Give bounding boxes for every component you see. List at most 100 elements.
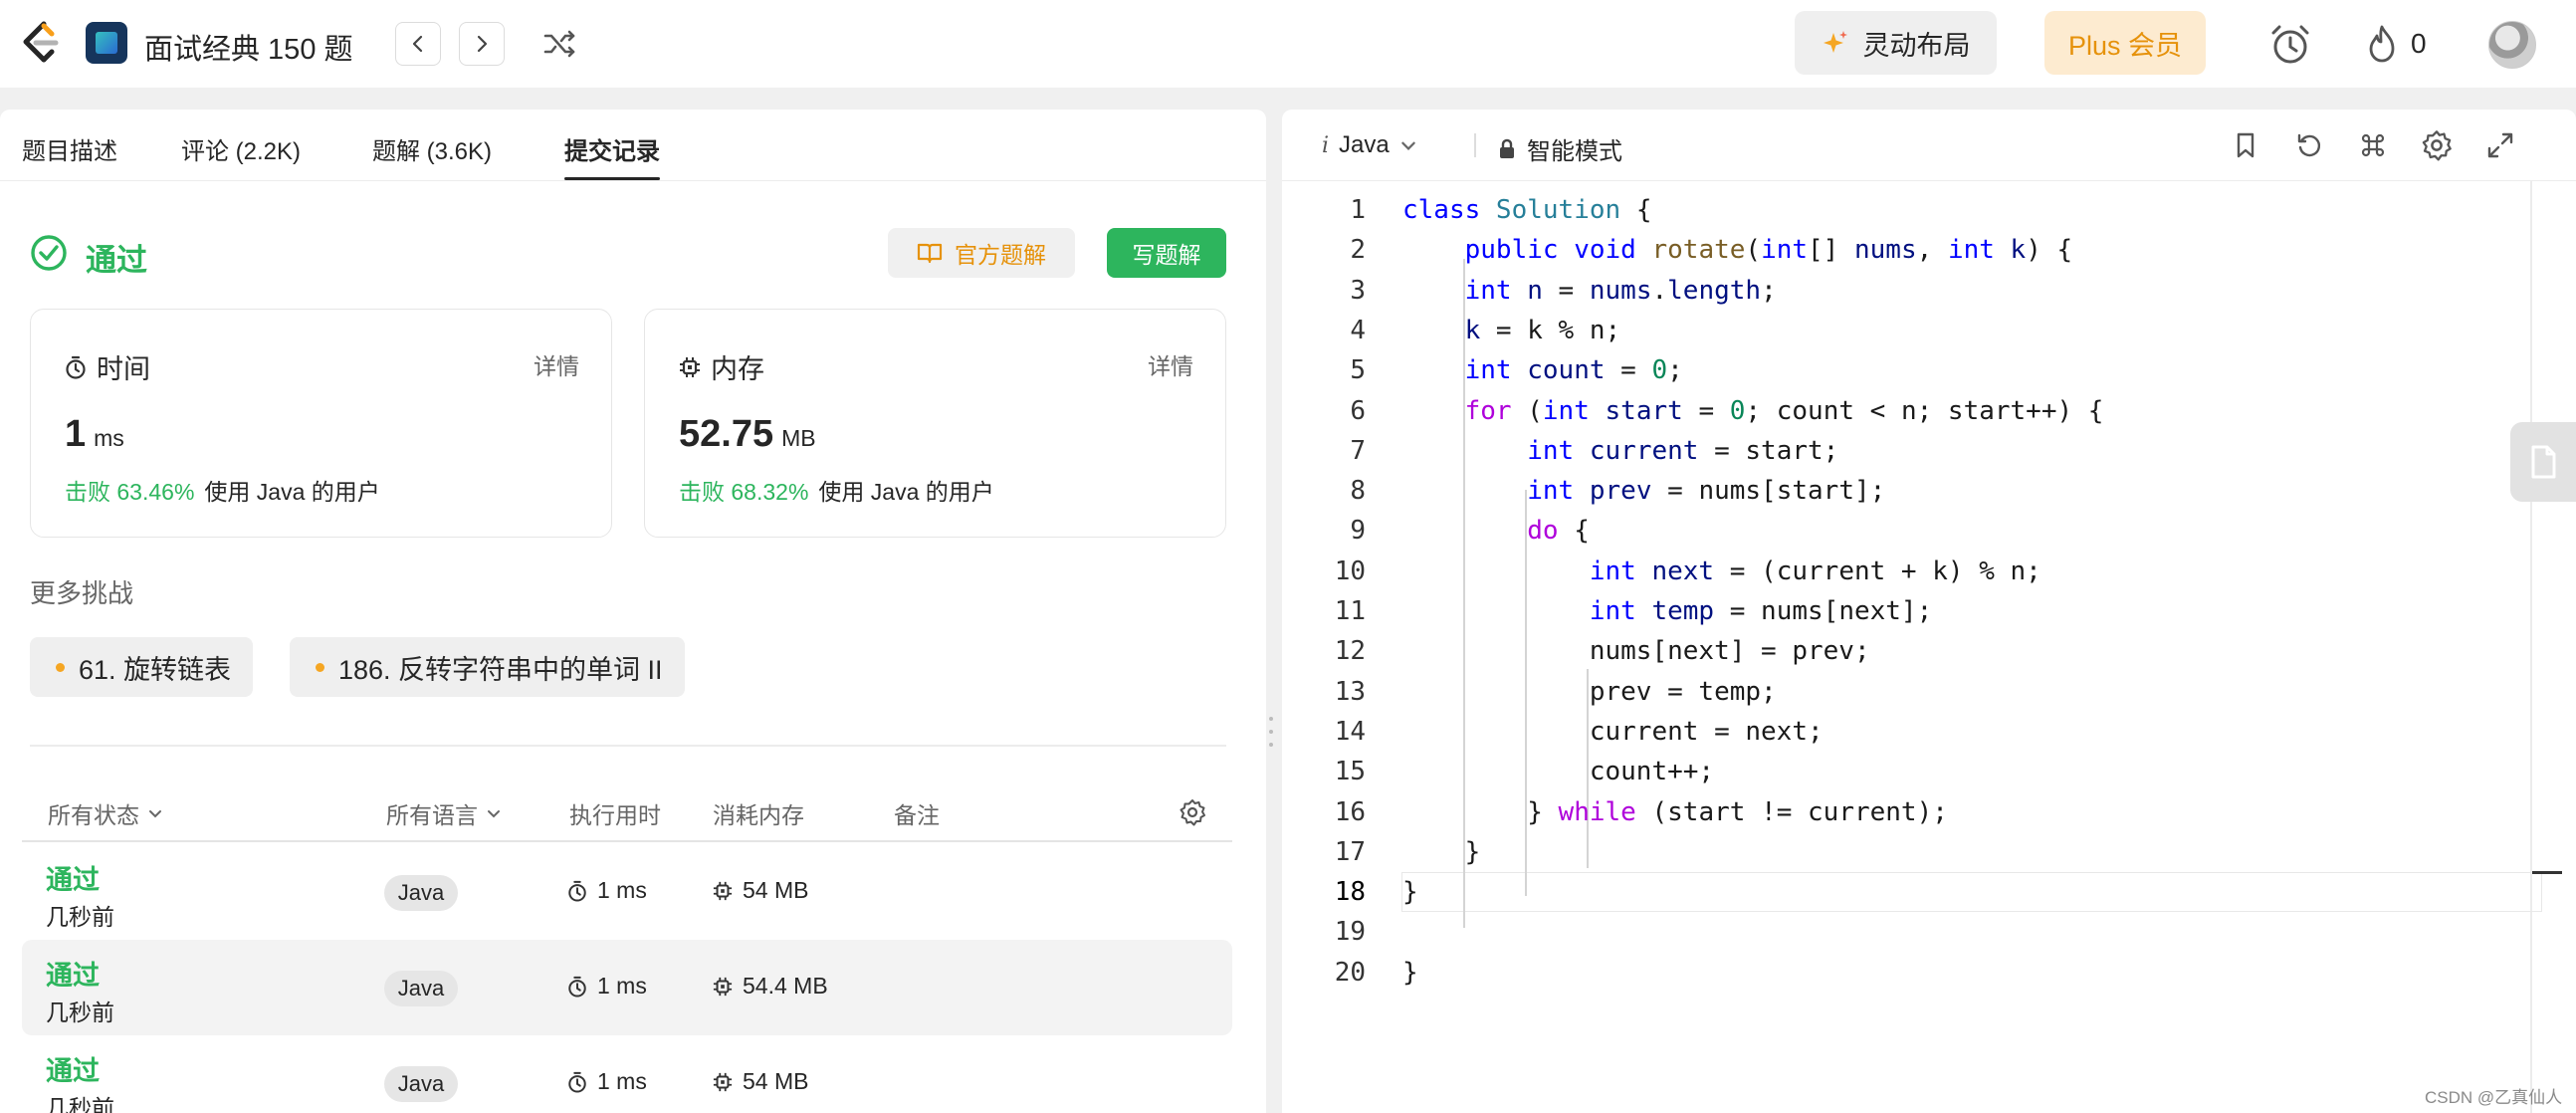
memory-label-group: 内存 [679,347,764,386]
code-line[interactable]: k = k % n; [1402,316,1621,345]
panel-resize-handle[interactable] [1268,717,1274,747]
line-number: 2 [1350,235,1366,266]
panel-tabs: 题目描述 评论 (2.2K) 题解 (3.6K) 提交记录 [0,110,1266,181]
code-line[interactable]: int count = 0; [1402,355,1683,385]
row-submitted-time: 几秒前 [46,1000,114,1025]
line-number: 20 [1334,957,1366,988]
submission-status: 通过 [86,243,147,278]
table-row[interactable]: 通过 几秒前 Java 1 ms 54.4 MB [22,940,1232,1035]
code-line[interactable]: } [1402,877,1418,907]
more-challenges-title: 更多挑战 [30,578,134,608]
leetcode-logo-icon[interactable] [18,20,60,66]
challenge-chip[interactable]: 186. 反转字符串中的单词 II [290,637,685,697]
fullscreen-icon[interactable] [2484,129,2516,161]
tab-submissions[interactable]: 提交记录 [564,131,660,166]
streak-count: 0 [2411,28,2427,59]
dynamic-layout-label: 灵动布局 [1862,30,1971,61]
runtime-detail-link[interactable]: 详情 [534,347,579,381]
table-row[interactable]: 通过 几秒前 Java 1 ms 54 MB [22,1035,1232,1113]
chevron-left-icon [412,35,423,53]
code-line[interactable]: int prev = nums[start]; [1402,476,1885,506]
line-number: 6 [1350,395,1366,426]
row-runtime-value: 1 ms [597,1068,647,1094]
lock-icon [1500,138,1514,158]
code-line[interactable]: nums[next] = prev; [1402,636,1870,666]
info-icon: i [1322,132,1330,158]
next-problem-button[interactable] [459,22,505,66]
row-runtime-value: 1 ms [597,973,647,999]
plus-membership-button[interactable]: Plus 会员 [2044,11,2206,75]
settings-gear-icon[interactable] [2421,129,2453,161]
submission-panel: 题目描述 评论 (2.2K) 题解 (3.6K) 提交记录 通过 官方题解 写题… [0,110,1266,1113]
code-editor-panel: i Java 智能模式 1 class Solution { 2 public vo… [1282,110,2576,1113]
scrollbar-cursor-marker [2532,871,2562,874]
challenge-chip[interactable]: 61. 旋转链表 [30,637,254,697]
code-line[interactable]: prev = temp; [1402,677,1777,707]
official-solution-button[interactable]: 官方题解 [888,228,1075,278]
status-filter[interactable]: 所有状态 [48,796,163,830]
tab-comments[interactable]: 评论 (2.2K) [181,131,301,166]
memory-detail-link[interactable]: 详情 [1148,347,1193,381]
line-number: 18 [1334,877,1366,908]
code-line[interactable]: current = next; [1402,717,1824,747]
language-selector[interactable]: i Java [1322,131,1417,159]
shortcut-command-icon[interactable] [2357,129,2389,161]
row-submitted-time: 几秒前 [46,904,114,930]
row-submitted-time: 几秒前 [46,1095,114,1113]
tab-solutions[interactable]: 题解 (3.6K) [372,131,492,166]
language-badge: Java [384,1066,458,1102]
line-number: 16 [1334,796,1366,827]
sparkle-icon [1823,31,1847,53]
chip-icon [680,356,700,377]
memory-card: 内存 详情 52.75 MB 击败 68.32% 使用 Java 的用户 [644,309,1226,538]
reset-code-icon[interactable] [2293,129,2325,161]
chip-icon [713,1072,733,1091]
row-runtime: 1 ms [567,1068,647,1095]
memory-unit: MB [781,425,816,451]
check-circle-icon [31,235,67,271]
active-tab-indicator [564,177,660,180]
alarm-clock-icon[interactable] [2267,22,2313,68]
code-line[interactable]: int current = start; [1402,436,1838,466]
study-plan-icon[interactable] [86,22,127,64]
line-number: 5 [1350,355,1366,386]
memory-beat: 击败 68.32% 使用 Java 的用户 [679,473,994,507]
code-line[interactable]: do { [1402,516,1590,546]
language-filter[interactable]: 所有语言 [386,796,502,830]
book-open-icon [917,243,943,264]
bookmark-icon[interactable] [2230,129,2261,161]
streak-fire-icon[interactable] [2365,24,2399,64]
code-line[interactable]: int temp = nums[next]; [1402,596,1932,626]
code-line[interactable]: } [1402,958,1418,988]
table-row[interactable]: 通过 几秒前 Java 1 ms 54 MB [22,844,1232,940]
smart-mode-label: 智能模式 [1527,138,1622,165]
code-line[interactable]: int next = (current + k) % n; [1402,556,2041,586]
code-line[interactable]: int n = nums.length; [1402,276,1777,306]
smart-mode-toggle[interactable]: 智能模式 [1497,131,1622,166]
user-avatar[interactable] [2488,21,2536,69]
code-line[interactable]: class Solution { [1402,195,1651,225]
study-plan-title[interactable]: 面试经典 150 题 [144,26,353,68]
document-icon [2531,445,2556,479]
line-number: 17 [1334,836,1366,867]
code-line[interactable]: public void rotate(int[] nums, int k) { [1402,235,2073,265]
code-line[interactable]: } while (start != current); [1402,797,1948,827]
editor-scrollbar-track[interactable] [2530,181,2532,1113]
prev-problem-button[interactable] [395,22,441,66]
shuffle-icon[interactable] [541,26,577,62]
line-number: 12 [1334,636,1366,667]
row-status[interactable]: 通过 [46,954,100,993]
row-memory-value: 54 MB [743,1068,809,1094]
line-number: 1 [1350,195,1366,225]
challenge-chip-label: 186. 反转字符串中的单词 II [338,654,663,685]
code-line[interactable]: for (int start = 0; count < n; start++) … [1402,396,2104,426]
row-status[interactable]: 通过 [46,858,100,897]
code-line[interactable]: count++; [1402,757,1714,786]
gear-icon[interactable] [1179,798,1206,826]
tab-description[interactable]: 题目描述 [22,131,117,166]
write-solution-button[interactable]: 写题解 [1107,228,1226,278]
code-line[interactable]: } [1402,837,1481,867]
floating-note-button[interactable] [2510,422,2576,502]
row-status[interactable]: 通过 [46,1049,100,1088]
dynamic-layout-button[interactable]: 灵动布局 [1795,11,1997,75]
